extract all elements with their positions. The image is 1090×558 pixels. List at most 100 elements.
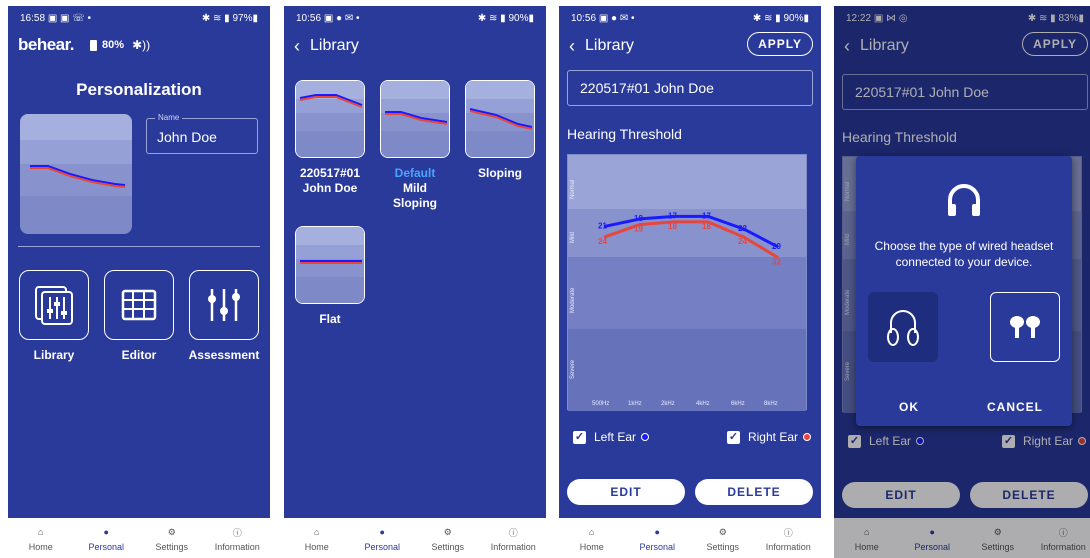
- audiogram-chart: Normal Mild Moderate Severe 21 18 17 17 22 29…: [567, 154, 807, 411]
- over-ear-headset-option[interactable]: [868, 292, 938, 362]
- headset-dialog-screen: 12:22 ▣ ⋈ ◎ ✱ ≋ ▮ 83%▮ ‹ Library APPLY 2…: [834, 6, 1090, 558]
- nav-label: Settings: [431, 542, 465, 552]
- person-icon: ●: [379, 527, 385, 537]
- dialog-message: Choose the type of wired headset connect…: [874, 239, 1054, 269]
- nav-label: Information: [765, 542, 811, 552]
- status-time: 10:56: [571, 12, 597, 24]
- preset-label-line: Mild: [403, 181, 427, 195]
- preset-label: 220517#01 John Doe: [290, 166, 370, 196]
- assessment-tile[interactable]: [189, 270, 259, 340]
- status-battery: 90%: [783, 12, 804, 24]
- right-ear-value-label: 18: [668, 222, 677, 231]
- right-ear-dot: [803, 433, 811, 441]
- preset-label-line: 220517#01: [299, 166, 361, 180]
- nav-label: Information: [214, 542, 260, 552]
- home-icon: ⌂: [589, 527, 595, 537]
- freq-label: 2kHz: [661, 401, 675, 407]
- nav-personal[interactable]: ● Personal: [352, 524, 412, 552]
- nav-home[interactable]: ⌂ Home: [11, 524, 71, 552]
- preset-label: Flat: [290, 312, 370, 327]
- bottom-nav: ⌂ Home ● Personal ⚙ Settings ⓘ Information: [284, 518, 546, 558]
- nav-label: Personal: [364, 542, 401, 552]
- preset-thumbnail[interactable]: [465, 80, 535, 158]
- right-ear-value-label: 24: [598, 237, 607, 246]
- editor-tile[interactable]: [104, 270, 174, 340]
- status-icons: ▣ ▣ ☏ •: [47, 12, 92, 24]
- page-title: Library: [310, 37, 359, 54]
- preset-thumbnail[interactable]: [295, 226, 365, 304]
- preset-thumbnail[interactable]: [295, 80, 365, 158]
- gear-icon: ⚙: [167, 526, 176, 537]
- status-bar: 16:58 ▣ ▣ ☏ • ✱ ≋ ▮ 97%▮: [20, 12, 258, 24]
- preset-curve: [385, 111, 448, 125]
- nav-label: Settings: [706, 542, 740, 552]
- right-ear-label: Right Ear: [747, 430, 798, 444]
- left-ear-toggle[interactable]: ✓ Left Ear: [573, 430, 650, 444]
- freq-label: 8kHz: [764, 401, 778, 407]
- left-ear-dot: [641, 433, 650, 441]
- library-screen: 10:56 ▣ ● ✉ • ✱ ≋ ▮ 90%▮ ‹ Library 22051…: [284, 6, 546, 558]
- earbuds-option[interactable]: [990, 292, 1060, 362]
- status-time: 10:56: [296, 12, 322, 24]
- nav-home[interactable]: ⌂ Home: [287, 524, 347, 552]
- cancel-button[interactable]: CANCEL: [970, 400, 1060, 414]
- bottom-nav: ⌂ Home ● Personal ⚙ Settings ⓘ Information: [559, 518, 821, 558]
- nav-settings[interactable]: ⚙ Settings: [418, 524, 478, 553]
- back-arrow-icon[interactable]: ‹: [294, 36, 300, 57]
- nav-settings[interactable]: ⚙ Settings: [142, 524, 202, 553]
- left-ear-label: Left Ear: [594, 430, 637, 444]
- library-tile[interactable]: [19, 270, 89, 340]
- preset-default-tag: Default: [394, 166, 436, 180]
- preset-label-line: John Doe: [302, 181, 358, 195]
- brand-logo: behear.: [18, 35, 75, 54]
- apply-button[interactable]: APPLY: [747, 32, 813, 56]
- preset-thumbnail[interactable]: [380, 80, 450, 158]
- left-ear-value-label: 18: [634, 214, 643, 223]
- nav-label: Information: [490, 542, 536, 552]
- nav-label: Personal: [639, 542, 676, 552]
- action-buttons: EDIT DELETE: [567, 479, 813, 505]
- edit-button[interactable]: EDIT: [567, 479, 685, 505]
- nav-information[interactable]: ⓘ Information: [758, 524, 818, 553]
- thumbnail-curve: [30, 165, 126, 188]
- right-ear-toggle[interactable]: ✓ Right Ear: [726, 430, 811, 444]
- status-icons: ▣ ● ✉ •: [323, 12, 360, 24]
- ear-toggles: ✓ Left Ear ✓ Right Ear: [573, 430, 811, 444]
- status-bar: 10:56 ▣ ● ✉ • ✱ ≋ ▮ 90%▮: [296, 12, 534, 24]
- freq-label: 500Hz: [592, 401, 610, 407]
- delete-button[interactable]: DELETE: [695, 479, 813, 505]
- nav-personal[interactable]: ● Personal: [627, 524, 687, 552]
- bottom-nav: ⌂ Home ● Personal ⚙ Settings ⓘ Information: [8, 518, 270, 558]
- name-field[interactable]: Name John Doe: [146, 113, 258, 154]
- preset-label-line: Sloping: [393, 196, 437, 210]
- home-icon: ⌂: [38, 527, 44, 537]
- audiogram-plot: 2118 17 1722292419 18 182432: [598, 211, 781, 267]
- nav-information[interactable]: ⓘ Information: [483, 524, 543, 553]
- freq-label: 4kHz: [696, 401, 710, 407]
- sliders-icon: [208, 289, 240, 321]
- right-ear-value-label: 19: [634, 224, 643, 233]
- person-icon: ●: [103, 527, 109, 537]
- nav-personal[interactable]: ● Personal: [76, 524, 136, 552]
- right-ear-curve: [603, 220, 779, 259]
- app-header: ‹ Library: [284, 30, 546, 62]
- name-field-value: John Doe: [157, 129, 217, 145]
- nav-information[interactable]: ⓘ Information: [207, 524, 267, 553]
- device-battery-icon: [90, 39, 98, 51]
- editor-tile-label: Editor: [121, 348, 157, 362]
- nav-home[interactable]: ⌂ Home: [562, 524, 622, 552]
- nav-label: Home: [304, 542, 329, 552]
- right-ear-value-label: 32: [772, 258, 781, 267]
- nav-settings[interactable]: ⚙ Settings: [693, 524, 753, 553]
- preset-label-line: Flat: [319, 312, 341, 326]
- status-battery: 90%: [508, 12, 529, 24]
- info-icon: ⓘ: [783, 527, 793, 538]
- app-header: behear. 80% ✱)): [8, 30, 270, 60]
- back-arrow-icon[interactable]: ‹: [569, 36, 575, 57]
- status-battery: 97%: [232, 12, 253, 24]
- ok-button[interactable]: OK: [868, 400, 950, 414]
- status-time: 16:58: [20, 12, 46, 24]
- bluetooth-icon[interactable]: ✱)): [132, 38, 150, 52]
- headphones-icon: [948, 184, 980, 216]
- preset-name-field[interactable]: 220517#01 John Doe: [567, 70, 813, 106]
